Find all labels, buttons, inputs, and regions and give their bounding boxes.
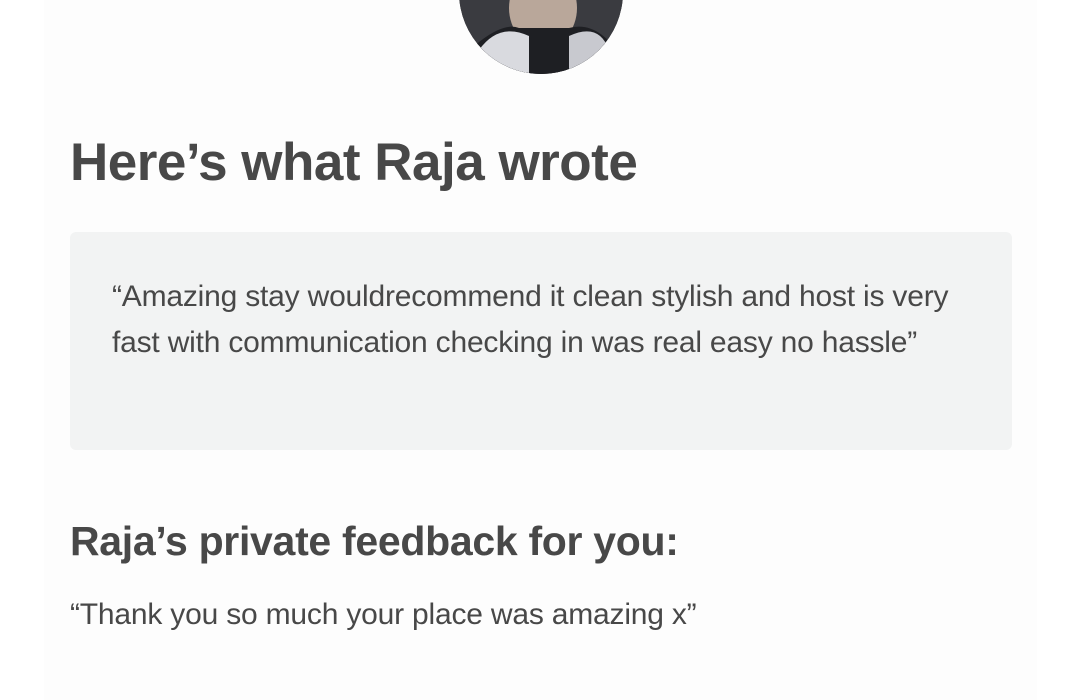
avatar-photo [459, 0, 623, 74]
review-heading: Here’s what Raja wrote [70, 133, 638, 192]
private-feedback-text: “Thank you so much your place was amazin… [70, 598, 697, 631]
review-card: Here’s what Raja wrote “Amazing stay wou… [44, 0, 1037, 700]
public-review-box: “Amazing stay wouldrecommend it clean st… [70, 232, 1012, 450]
reviewer-avatar[interactable] [459, 0, 623, 74]
public-review-text: “Amazing stay wouldrecommend it clean st… [112, 280, 949, 359]
private-feedback-heading: Raja’s private feedback for you: [70, 518, 679, 564]
